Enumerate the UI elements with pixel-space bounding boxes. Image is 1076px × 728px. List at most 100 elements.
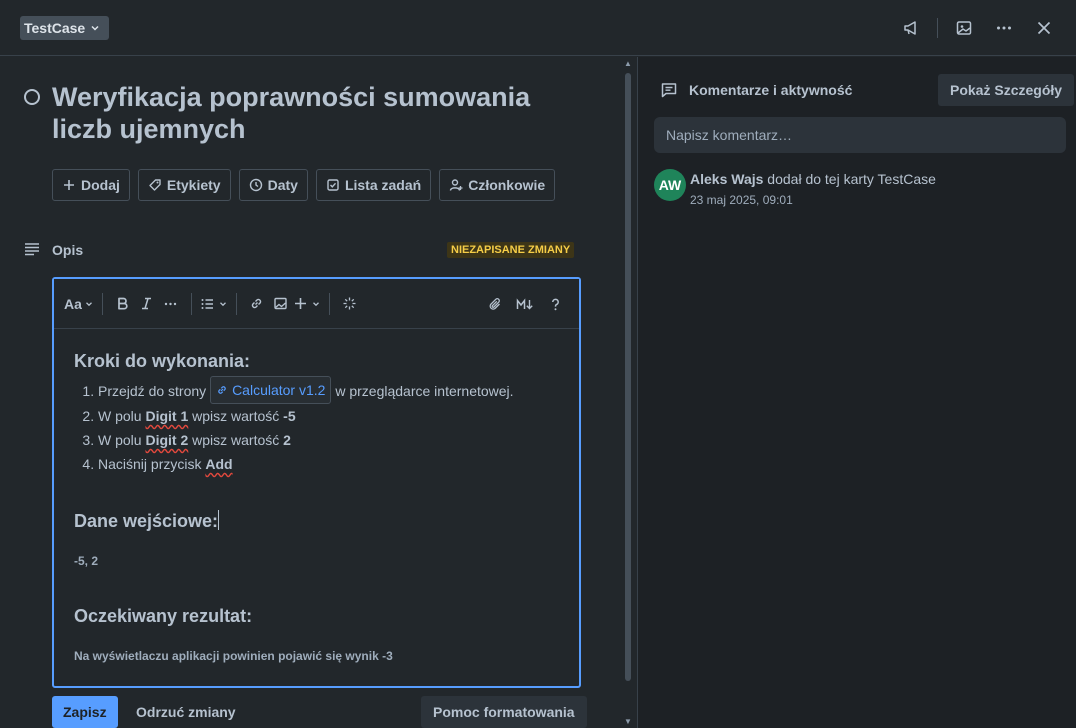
members-button-label: Członkowie <box>468 177 546 193</box>
insert-more-dropdown[interactable] <box>293 290 321 318</box>
step-4-button: Add <box>205 456 233 472</box>
calculator-smart-link[interactable]: Calculator v1.2 <box>210 376 332 404</box>
card-main-panel: Weryfikacja poprawności sumowania liczb … <box>0 57 620 728</box>
activity-author[interactable]: Aleks Wajs <box>690 171 763 187</box>
complete-toggle[interactable] <box>24 89 40 105</box>
toolbar-divider <box>101 292 103 315</box>
image-icon <box>274 297 288 310</box>
left-panel-scrollbar[interactable]: ▲ ▼ <box>623 57 633 728</box>
checklist-button[interactable]: Lista zadań <box>315 169 432 201</box>
chevron-down-icon <box>91 25 99 31</box>
chevron-down-icon <box>85 301 92 306</box>
members-button[interactable]: Członkowie <box>439 169 556 201</box>
description-label: Opis <box>52 242 84 258</box>
toolbar-divider <box>190 292 192 315</box>
header-actions <box>885 14 1058 42</box>
activity-panel: Komentarze i aktywność Pokaż Szczegóły N… <box>637 57 1076 728</box>
link-icon <box>218 386 226 394</box>
list-item: Naciśnij przycisk Add <box>98 452 559 476</box>
scrollbar-thumb[interactable] <box>625 73 631 681</box>
activity-timestamp[interactable]: 23 maj 2025, 09:01 <box>690 193 793 207</box>
text-style-dropdown[interactable]: Aa <box>64 290 94 318</box>
bold-button[interactable] <box>111 290 135 318</box>
more-options-button[interactable] <box>990 14 1018 42</box>
labels-button[interactable]: Etykiety <box>137 169 231 201</box>
input-data-heading-text: Dane wejściowe: <box>74 511 219 531</box>
paperclip-icon <box>489 297 500 310</box>
chevron-down-icon <box>312 301 319 306</box>
close-icon <box>1037 21 1051 35</box>
member-icon <box>450 179 463 191</box>
scroll-up-arrow[interactable]: ▲ <box>623 59 633 69</box>
card-type-label: TestCase <box>24 20 86 36</box>
step-3-mid: wpisz wartość <box>192 432 280 448</box>
input-data-value: -5, 2 <box>74 554 99 568</box>
sparkle-icon <box>343 297 356 310</box>
card-title[interactable]: Weryfikacja poprawności sumowania liczb … <box>52 81 572 145</box>
card-action-row: Dodaj Etykiety Daty Lista zadań Członkow… <box>52 169 556 201</box>
italic-button[interactable] <box>135 290 159 318</box>
list-item: W polu Digit 2 wpisz wartość 2 <box>98 428 559 452</box>
dates-button[interactable]: Daty <box>238 169 308 201</box>
list-item: W polu Digit 1 wpisz wartość -5 <box>98 404 559 428</box>
smart-link-label: Calculator v1.2 <box>232 382 326 398</box>
unsaved-changes-badge: NIEZAPISANE ZMIANY <box>447 242 575 258</box>
close-button[interactable] <box>1030 14 1058 42</box>
italic-icon <box>142 297 152 310</box>
step-2-field: Digit 1 <box>145 408 189 424</box>
activity-entry-text: Aleks Wajs dodał do tej karty TestCase <box>690 171 936 187</box>
link-icon <box>252 298 262 309</box>
scroll-down-arrow[interactable]: ▼ <box>623 717 633 727</box>
step-1-suffix: w przeglądarce internetowej. <box>335 383 514 399</box>
chevron-down-icon <box>219 301 226 306</box>
step-3-value: 2 <box>283 432 291 448</box>
bold-icon <box>118 297 128 310</box>
step-1-prefix: Przejdź do strony <box>98 383 207 399</box>
ai-assist-button[interactable] <box>338 290 362 318</box>
description-icon <box>25 243 39 256</box>
plus-icon <box>294 298 306 309</box>
step-2-prefix: W polu <box>98 408 142 424</box>
step-2-mid: wpisz wartość <box>192 408 280 424</box>
insert-image-button[interactable] <box>269 290 293 318</box>
cover-image-button[interactable] <box>950 14 978 42</box>
editor-toolbar: Aa <box>54 279 579 329</box>
help-button[interactable] <box>543 290 567 318</box>
add-button-label: Dodaj <box>81 177 120 193</box>
card-type-dropdown[interactable]: TestCase <box>20 16 110 40</box>
megaphone-button[interactable] <box>897 14 925 42</box>
show-details-button[interactable]: Pokaż Szczegóły <box>938 74 1075 106</box>
toolbar-right-group <box>483 290 567 318</box>
formatting-help-button[interactable]: Pomoc formatowania <box>421 696 587 728</box>
question-icon <box>551 298 559 310</box>
attachment-button[interactable] <box>483 290 507 318</box>
toolbar-divider <box>235 292 237 315</box>
more-formatting-button[interactable] <box>159 290 183 318</box>
avatar[interactable]: AW <box>654 169 686 201</box>
activity-title: Komentarze i aktywność <box>689 82 853 98</box>
step-4-prefix: Naciśnij przycisk <box>98 456 202 472</box>
markdown-toggle-button[interactable] <box>513 290 537 318</box>
description-editor[interactable]: Aa Kroki do wykonania: 1. Przejdź do str… <box>52 277 581 688</box>
text-cursor <box>218 510 220 530</box>
dates-button-label: Daty <box>267 177 298 193</box>
expected-result-value: Na wyświetlaczu aplikacji powinien pojaw… <box>74 649 393 663</box>
insert-link-button[interactable] <box>245 290 269 318</box>
input-data-heading: Dane wejściowe: <box>74 510 559 532</box>
clock-icon <box>249 178 262 192</box>
checklist-icon <box>327 179 339 191</box>
discard-changes-button[interactable]: Odrzuć zmiany <box>124 696 248 728</box>
markdown-icon <box>516 297 533 309</box>
bullet-list-icon <box>201 299 213 309</box>
step-3-field: Digit 2 <box>145 432 189 448</box>
header-divider <box>937 18 938 38</box>
expected-result-heading: Oczekiwany rezultat: <box>74 606 253 626</box>
comment-input[interactable]: Napisz komentarz… <box>654 117 1066 153</box>
toolbar-divider <box>328 292 330 315</box>
card-header: TestCase <box>0 0 1076 56</box>
add-button[interactable]: Dodaj <box>52 169 130 201</box>
tag-icon <box>149 179 161 191</box>
list-dropdown[interactable] <box>200 290 228 318</box>
save-button[interactable]: Zapisz <box>52 696 118 728</box>
editor-content[interactable]: Kroki do wykonania: Przejdź do strony Ca… <box>54 329 579 663</box>
